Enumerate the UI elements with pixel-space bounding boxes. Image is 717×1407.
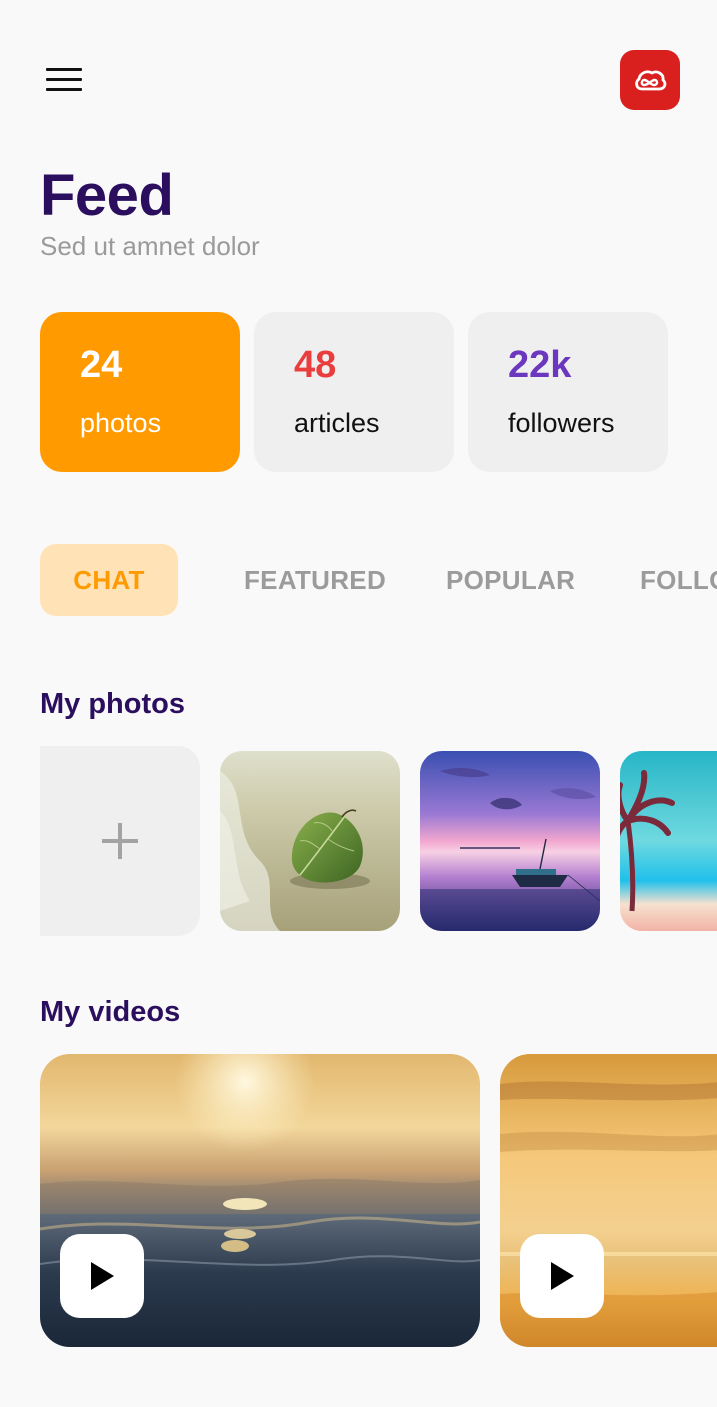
plus-icon (102, 823, 138, 859)
play-icon (551, 1262, 574, 1290)
creative-cloud-icon[interactable] (620, 50, 680, 110)
stat-label: articles (294, 408, 380, 438)
tab-popular[interactable]: POPULAR (446, 544, 575, 616)
stat-card-followers[interactable]: 22k followers (468, 312, 668, 472)
stat-value: 48 (294, 344, 337, 386)
feed-screen: Feed Sed ut amnet dolor 24 photos 48 art… (0, 0, 717, 1407)
tab-following[interactable]: FOLLOWING (640, 544, 717, 616)
stat-value: 24 (80, 344, 123, 386)
play-button[interactable] (60, 1234, 144, 1318)
photo-thumbnail-boat[interactable] (420, 751, 600, 931)
tab-chat[interactable]: CHAT (40, 544, 178, 616)
photos-section-title: My photos (40, 688, 185, 720)
page-title: Feed (40, 163, 174, 228)
stat-card-photos[interactable]: 24 photos (40, 312, 240, 472)
stat-label: photos (80, 408, 162, 438)
video-thumbnail-ocean[interactable] (40, 1054, 480, 1347)
stat-card-articles[interactable]: 48 articles (254, 312, 454, 472)
hamburger-menu-icon[interactable] (46, 68, 82, 94)
videos-section-title: My videos (40, 996, 181, 1028)
stat-label: followers (508, 408, 615, 438)
play-icon (91, 1262, 114, 1290)
video-thumbnail-beach[interactable] (500, 1054, 717, 1347)
play-button[interactable] (520, 1234, 604, 1318)
stat-value: 22k (508, 344, 572, 386)
page-subtitle: Sed ut amnet dolor (40, 231, 260, 261)
tab-featured[interactable]: FEATURED (244, 544, 386, 616)
photo-thumbnail-beach[interactable] (620, 751, 717, 931)
add-photo-button[interactable] (40, 746, 200, 936)
photo-thumbnail-leaf[interactable] (220, 751, 400, 931)
